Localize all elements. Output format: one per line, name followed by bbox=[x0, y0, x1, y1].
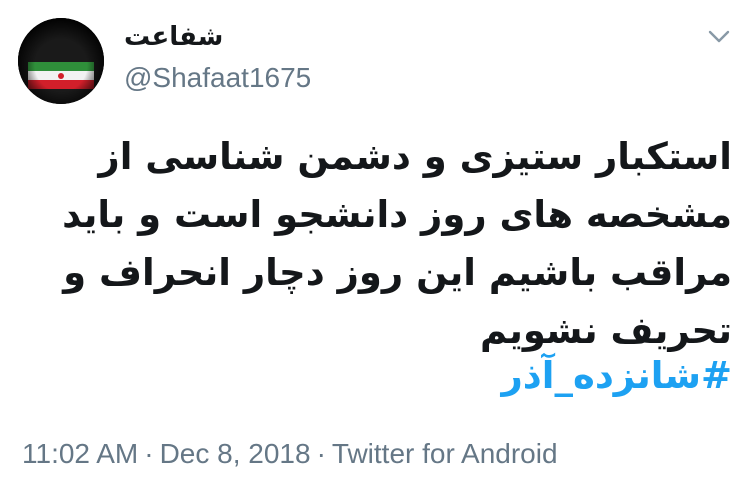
avatar[interactable] bbox=[18, 18, 104, 104]
chevron-down-icon[interactable] bbox=[708, 30, 730, 44]
tweet-time[interactable]: 11:02 AM bbox=[22, 438, 138, 469]
tweet-source[interactable]: Twitter for Android bbox=[332, 438, 558, 469]
display-name[interactable]: شفاعت bbox=[124, 22, 223, 52]
tweet-metadata: 11:02 AM · Dec 8, 2018 · Twitter for Android bbox=[22, 438, 558, 470]
tweet-text: استکبار ستیزی و دشمن شناسی از مشخصه های … bbox=[62, 135, 732, 352]
hashtag-link[interactable]: #شانزده_آذر bbox=[502, 354, 733, 397]
separator: · bbox=[144, 438, 154, 469]
tweet-card: شفاعت @Shafaat1675 استکبار ستیزی و دشمن … bbox=[0, 0, 750, 493]
user-handle[interactable]: @Shafaat1675 bbox=[124, 62, 311, 94]
separator: · bbox=[316, 438, 326, 469]
tweet-date[interactable]: Dec 8, 2018 bbox=[160, 438, 311, 469]
iran-flag-icon bbox=[18, 18, 104, 104]
